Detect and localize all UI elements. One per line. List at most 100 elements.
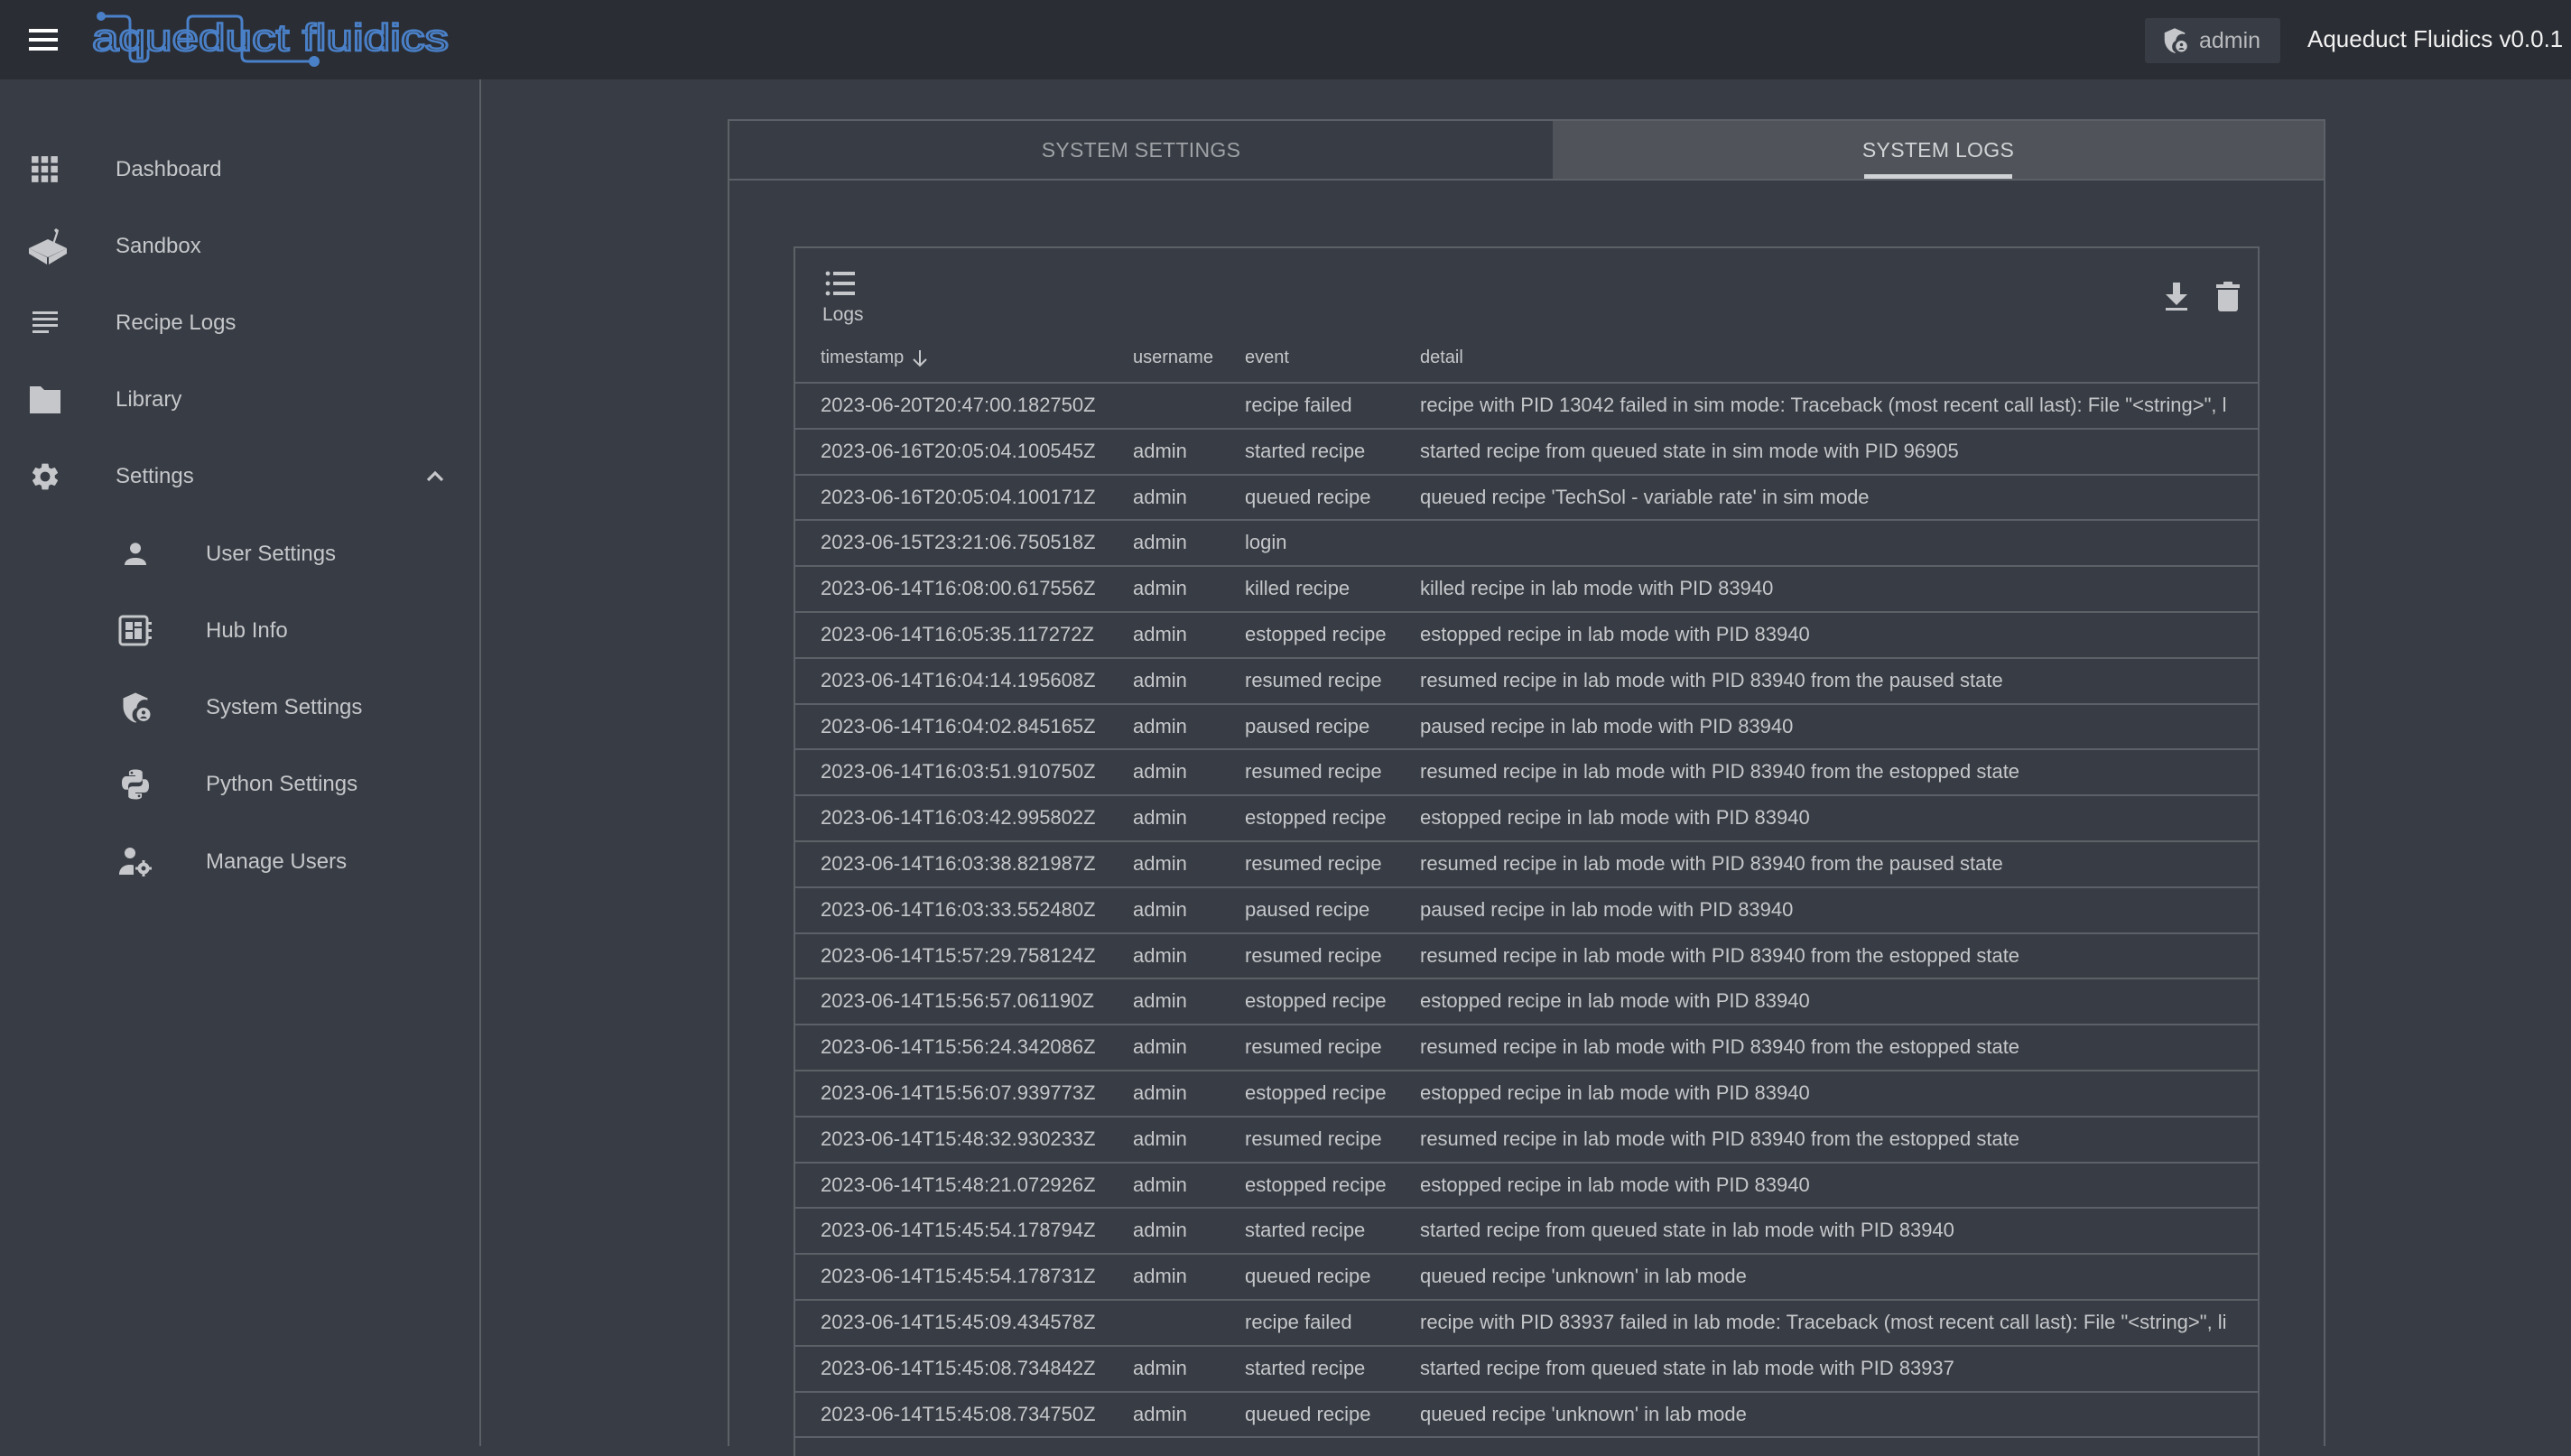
table-row[interactable]: 2023-06-15T23:21:06.750518Z admin login	[795, 521, 2258, 568]
tab-system-logs[interactable]: SYSTEM LOGS	[1553, 121, 2324, 179]
cell-detail: queued recipe 'unknown' in lab mode	[1420, 1402, 1747, 1425]
sidebar-item-label: User Settings	[206, 542, 337, 566]
column-header-username[interactable]: username	[1133, 348, 1213, 368]
table-row[interactable]: 2023-06-14T15:45:08.734750Z admin queued r…	[795, 1393, 2258, 1439]
cell-timestamp: 2023-06-14T15:56:07.939773Z	[821, 1080, 1096, 1104]
person-icon	[117, 536, 153, 572]
menu-button[interactable]	[25, 22, 65, 58]
cell-username: admin	[1133, 485, 1187, 508]
table-row[interactable]: 2023-06-14T15:45:09.434578Z recipe failed…	[795, 1301, 2258, 1347]
table-row[interactable]: 2023-06-14T16:04:02.845165Z admin paused r…	[795, 705, 2258, 751]
cell-username: admin	[1133, 577, 1187, 600]
aqueduct-logo[interactable]: aqueduct fluidics	[90, 5, 451, 74]
cell-username	[1133, 1301, 1241, 1344]
sidebar-item-user-settings[interactable]: User Settings	[0, 516, 479, 592]
download-button[interactable]	[2158, 279, 2195, 315]
cell-username: admin	[1133, 1219, 1187, 1242]
hamburger-icon	[29, 29, 58, 32]
table-row[interactable]: 2023-06-14T15:48:21.072926Z admin estopped…	[795, 1164, 2258, 1210]
cell-detail: estopped recipe in lab mode with PID 839…	[1420, 622, 1810, 645]
table-row[interactable]: 2023-06-16T20:05:04.100171Z admin queued r…	[795, 476, 2258, 522]
column-header-timestamp[interactable]: timestamp	[821, 348, 929, 368]
cell-detail: estopped recipe in lab mode with PID 839…	[1420, 1173, 1810, 1196]
cell-event: queued recipe	[1245, 1265, 1371, 1288]
column-header-detail[interactable]: detail	[1420, 348, 1463, 368]
tab-bar: SYSTEM SETTINGS SYSTEM LOGS	[729, 121, 2324, 181]
logs-table-body: 2023-06-20T20:47:00.182750Z recipe failed…	[795, 384, 2258, 1439]
cell-timestamp: 2023-06-14T16:03:38.821987Z	[821, 851, 1096, 875]
table-row[interactable]: 2023-06-14T15:45:54.178731Z admin queued r…	[795, 1255, 2258, 1301]
admin-shield-icon	[117, 690, 153, 726]
cell-username: admin	[1133, 531, 1187, 554]
sidebar-item-recipe-logs[interactable]: Recipe Logs	[0, 285, 479, 361]
cell-timestamp: 2023-06-15T23:21:06.750518Z	[821, 531, 1096, 554]
column-header-event[interactable]: event	[1245, 348, 1289, 368]
delete-logs-button[interactable]	[2210, 279, 2246, 315]
cell-event: estopped recipe	[1245, 1080, 1387, 1104]
table-row[interactable]: 2023-06-14T15:45:08.734842Z admin started …	[795, 1347, 2258, 1393]
cell-username: admin	[1133, 668, 1187, 691]
table-row[interactable]: 2023-06-16T20:05:04.100545Z admin started …	[795, 430, 2258, 476]
cell-event: resumed recipe	[1245, 1035, 1382, 1059]
cell-username: admin	[1133, 897, 1187, 921]
tab-system-settings[interactable]: SYSTEM SETTINGS	[729, 121, 1553, 179]
cell-detail: resumed recipe in lab mode with PID 8394…	[1420, 943, 2020, 967]
sidebar-item-python-settings[interactable]: Python Settings	[0, 747, 479, 822]
sidebar-item-system-settings[interactable]: System Settings	[0, 670, 479, 746]
cell-event: login	[1245, 531, 1287, 554]
table-row[interactable]: 2023-06-14T15:48:32.930233Z admin resumed …	[795, 1118, 2258, 1164]
sidebar-item-hub-info[interactable]: Hub Info	[0, 593, 479, 669]
table-row[interactable]: 2023-06-14T16:03:42.995802Z admin estopped…	[795, 796, 2258, 842]
table-row[interactable]: 2023-06-14T15:45:54.178794Z admin started …	[795, 1209, 2258, 1256]
logs-card: Logs timestamp username event detail 202…	[794, 246, 2260, 1456]
table-row[interactable]: 2023-06-14T16:08:00.617556Z admin killed r…	[795, 567, 2258, 613]
cell-timestamp: 2023-06-14T15:45:08.734750Z	[821, 1402, 1096, 1425]
table-row[interactable]: 2023-06-14T15:56:07.939773Z admin estopped…	[795, 1071, 2258, 1118]
app-header: aqueduct fluidics admin Aqueduct Fluidic…	[0, 0, 2571, 79]
table-row[interactable]: 2023-06-14T15:56:57.061190Z admin estopped…	[795, 979, 2258, 1026]
cell-timestamp: 2023-06-14T15:57:29.758124Z	[821, 943, 1096, 967]
cell-timestamp: 2023-06-14T15:45:54.178731Z	[821, 1265, 1096, 1288]
cell-detail: started recipe from queued state in sim …	[1420, 439, 1959, 462]
cell-username: admin	[1133, 714, 1187, 737]
table-row[interactable]: 2023-06-20T20:47:00.182750Z recipe failed…	[795, 384, 2258, 430]
cell-event: estopped recipe	[1245, 622, 1387, 645]
cell-detail: recipe with PID 83937 failed in lab mode…	[1420, 1310, 2227, 1333]
cell-event: queued recipe	[1245, 485, 1371, 508]
sidebar-item-settings[interactable]: Settings	[0, 439, 479, 515]
cell-event: paused recipe	[1245, 897, 1370, 921]
cell-timestamp: 2023-06-14T15:45:08.734842Z	[821, 1356, 1096, 1379]
cell-username: admin	[1133, 439, 1187, 462]
cell-detail: paused recipe in lab mode with PID 83940	[1420, 714, 1794, 737]
chevron-up-icon[interactable]	[421, 462, 450, 491]
cell-detail: killed recipe in lab mode with PID 83940	[1420, 577, 1774, 600]
user-chip-label: admin	[2199, 27, 2261, 53]
list-icon	[825, 271, 855, 296]
cell-username: admin	[1133, 1356, 1187, 1379]
table-row[interactable]: 2023-06-14T15:57:29.758124Z admin resumed …	[795, 934, 2258, 980]
table-row[interactable]: 2023-06-14T15:56:24.342086Z admin resumed …	[795, 1025, 2258, 1071]
logo-text: aqueduct fluidics	[92, 16, 449, 59]
table-row[interactable]: 2023-06-14T16:03:33.552480Z admin paused r…	[795, 888, 2258, 934]
cell-event: paused recipe	[1245, 714, 1370, 737]
table-row[interactable]: 2023-06-14T16:04:14.195608Z admin resumed …	[795, 659, 2258, 705]
table-row[interactable]: 2023-06-14T16:03:38.821987Z admin resumed …	[795, 842, 2258, 888]
arrow-down-icon	[913, 349, 927, 366]
table-row[interactable]: 2023-06-14T16:03:51.910750Z admin resumed …	[795, 750, 2258, 797]
active-tab-indicator	[1864, 174, 2012, 179]
cell-timestamp: 2023-06-14T16:03:42.995802Z	[821, 806, 1096, 830]
column-header-label: detail	[1420, 348, 1463, 367]
cell-detail: recipe with PID 13042 failed in sim mode…	[1420, 394, 2227, 416]
sidebar-item-library[interactable]: Library	[0, 362, 479, 438]
cell-timestamp: 2023-06-14T15:45:54.178794Z	[821, 1219, 1096, 1242]
tab-label: SYSTEM LOGS	[1861, 137, 2015, 162]
sidebar-item-dashboard[interactable]: Dashboard	[0, 132, 479, 208]
sidebar-item-manage-users[interactable]: Manage Users	[0, 824, 479, 900]
hub-icon	[117, 613, 153, 649]
sidebar-item-sandbox[interactable]: Sandbox	[0, 209, 479, 284]
table-row[interactable]: 2023-06-14T16:05:35.117272Z admin estopped…	[795, 613, 2258, 659]
cell-event: recipe failed	[1245, 1310, 1352, 1333]
column-header-label: timestamp	[821, 348, 905, 367]
cell-detail: estopped recipe in lab mode with PID 839…	[1420, 989, 1810, 1013]
user-chip[interactable]: admin	[2145, 18, 2280, 63]
